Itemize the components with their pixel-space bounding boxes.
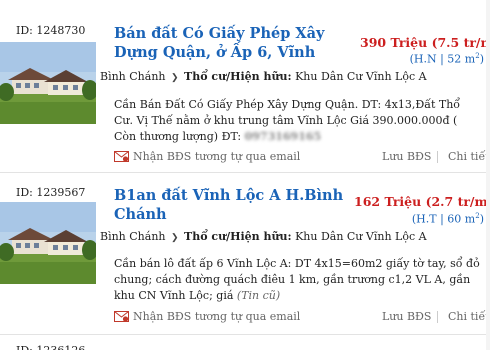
listing-area: (H.N | 52 m2) <box>410 52 484 66</box>
area-close: ) <box>479 52 484 66</box>
notify-email-button[interactable]: Nhận BĐS tương tự qua email <box>114 150 300 163</box>
listing-actions: Nhận BĐS tương tự qua email Lưu BĐS Chi … <box>114 150 490 166</box>
category-label: Thổ cư/Hiện hữu: <box>184 230 292 243</box>
listing-thumbnail[interactable] <box>0 202 96 284</box>
action-separator <box>437 151 438 163</box>
chevron-right-icon: ❯ <box>171 73 179 83</box>
listing-title-link[interactable]: B1an đất Vĩnh Lộc A H.Bình Chánh <box>114 186 354 224</box>
project-link[interactable]: Khu Dân Cư Vĩnh Lộc A <box>295 70 427 83</box>
price-text: 390 Triệu (7.5 tr/m <box>360 35 490 51</box>
detail-link[interactable]: Chi tiết <box>448 150 490 163</box>
old-listing-tag: (Tin cũ) <box>236 289 281 302</box>
listing-id: ID: 1236126 <box>16 344 85 350</box>
listing-actions: Nhận BĐS tương tự qua email Lưu BĐS Chi … <box>114 310 490 326</box>
listing-title-link[interactable]: Bán đất Có Giấy Phép Xây Dựng Quận, ở Ấp… <box>114 24 364 62</box>
price-text: 162 Triệu (2.7 tr/m <box>354 194 488 210</box>
listing-description: Cần Bán Đất Có Giấy Phép Xây Dựng Quận. … <box>114 97 480 145</box>
listing-description: Cần bán lô đất ấp 6 Vĩnh Lộc A: DT 4x15=… <box>114 256 480 304</box>
listing-id: ID: 1239567 <box>16 186 86 199</box>
listing-price: 390 Triệu (7.5 tr/m2) <box>360 34 490 50</box>
notify-email-button[interactable]: Nhận BĐS tương tự qua email <box>114 310 300 323</box>
listing-divider <box>0 172 490 173</box>
notify-email-label: Nhận BĐS tương tự qua email <box>133 150 301 163</box>
scrollbar-track[interactable] <box>486 0 490 350</box>
phone-number: 0973169165 <box>244 130 322 143</box>
mail-icon <box>114 311 129 322</box>
mail-icon <box>114 151 129 162</box>
listing-location: Bình Chánh ❯ Thổ cư/Hiện hữu: Khu Dân Cư… <box>100 230 490 243</box>
listing-price: 162 Triệu (2.7 tr/m2) <box>354 193 490 209</box>
listing-card: ID: 1248730 Bán đất Có Giấy Phép Xây Dựn… <box>0 0 490 172</box>
listing-area: (H.T | 60 m2) <box>412 212 484 226</box>
notify-email-label: Nhận BĐS tương tự qua email <box>133 310 301 323</box>
area-text: (H.N | 52 m <box>409 52 476 66</box>
area-close: ) <box>479 212 484 226</box>
listing-id: ID: 1248730 <box>16 24 86 37</box>
action-separator <box>437 311 438 323</box>
description-text: Cần bán lô đất ấp 6 Vĩnh Lộc A: DT 4x15=… <box>114 257 480 302</box>
chevron-right-icon: ❯ <box>171 233 179 243</box>
project-link[interactable]: Khu Dân Cư Vĩnh Lộc A <box>295 230 427 243</box>
listing-card: ID: 1239567 B1an đất Vĩnh Lộc A H.Bình C… <box>0 176 490 336</box>
district-link[interactable]: Bình Chánh <box>100 230 166 243</box>
listing-location: Bình Chánh ❯ Thổ cư/Hiện hữu: Khu Dân Cư… <box>100 70 490 83</box>
listing-divider <box>0 334 490 335</box>
listing-card-partial: ID: 1236126 <box>0 338 490 350</box>
save-listing-button[interactable]: Lưu BĐS <box>382 310 431 323</box>
listing-thumbnail[interactable] <box>0 42 96 124</box>
detail-link[interactable]: Chi tiết <box>448 310 490 323</box>
area-text: (H.T | 60 m <box>411 212 476 226</box>
category-label: Thổ cư/Hiện hữu: <box>184 70 292 83</box>
district-link[interactable]: Bình Chánh <box>100 70 166 83</box>
save-listing-button[interactable]: Lưu BĐS <box>382 150 431 163</box>
